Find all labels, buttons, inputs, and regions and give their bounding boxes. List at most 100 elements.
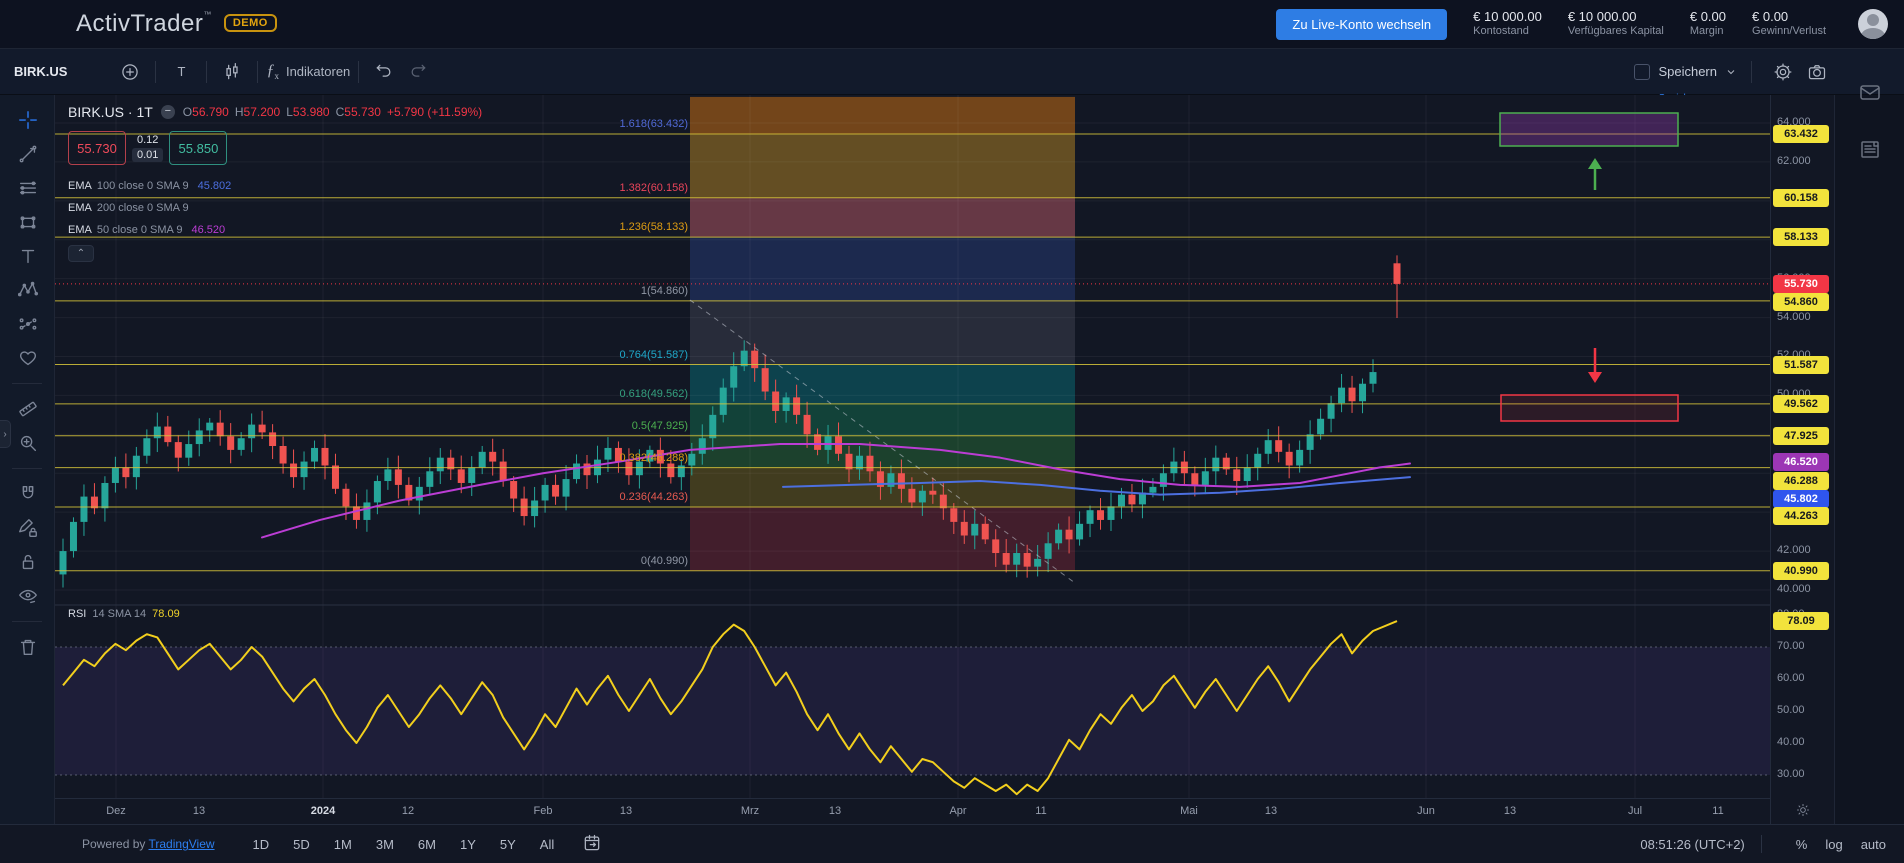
ema-200-row[interactable]: EMA 200 close 0 SMA 9 (68, 197, 482, 219)
buy-button[interactable]: 55.850 (169, 131, 227, 165)
time-axis-label: 13 (1265, 805, 1277, 817)
legend-collapse-button[interactable]: ⌃ (68, 245, 94, 262)
xabcd-pattern-tool[interactable] (0, 273, 55, 307)
ema-100-row[interactable]: EMA 100 close 0 SMA 9 45.802 (68, 175, 482, 197)
magnifier-plus-icon (17, 432, 39, 454)
indicators-label: Indikatoren (286, 64, 350, 79)
price-badge: 55.730 (1773, 275, 1829, 293)
time-axis-label: 13 (1504, 805, 1516, 817)
calendar-arrow-icon (582, 833, 602, 853)
drawing-mode-tool[interactable] (0, 511, 55, 545)
pattern-icon (17, 279, 39, 301)
auto-scale-button[interactable]: auto (1861, 837, 1886, 852)
time-axis[interactable]: Dez13202412Feb13Mrz13Apr11Mai13Jun13Jul1… (55, 798, 1770, 824)
chevron-down-icon[interactable] (1725, 66, 1737, 78)
goto-date-button[interactable] (582, 833, 602, 856)
range-1m[interactable]: 1M (334, 837, 352, 852)
chart-area[interactable]: 1.618(63.432)1.382(60.158)1.236(58.133)1… (55, 95, 1770, 798)
log-scale-button[interactable]: log (1825, 837, 1842, 852)
switch-live-account-button[interactable]: Zu Live-Konto wechseln (1276, 9, 1447, 40)
stat-profit-loss: € 0.00 Gewinn/Verlust (1752, 9, 1826, 39)
camera-icon (1807, 62, 1827, 82)
sell-button[interactable]: 55.730 (68, 131, 126, 165)
hide-series-icon[interactable]: − (161, 105, 175, 119)
symbol-label[interactable]: BIRK.US (14, 64, 67, 79)
news-button[interactable] (1858, 137, 1882, 166)
ema-50-row[interactable]: EMA 50 close 0 SMA 9 46.520 (68, 219, 482, 241)
app-window: ActivTrader™ DEMO Zu Live-Konto wechseln… (0, 0, 1904, 863)
undo-button[interactable] (367, 56, 401, 88)
chart-type-button[interactable] (215, 56, 249, 88)
percent-scale-button[interactable]: % (1796, 837, 1808, 852)
time-axis-label: 13 (829, 805, 841, 817)
hide-drawings-tool[interactable] (0, 579, 55, 613)
price-axis-label: 40.000 (1771, 583, 1831, 595)
emoji-tool[interactable] (0, 341, 55, 375)
price-badge: 58.133 (1773, 228, 1829, 246)
range-3m[interactable]: 3M (376, 837, 394, 852)
range-5d[interactable]: 5D (293, 837, 310, 852)
rsi-legend[interactable]: RSI 14 SMA 14 78.09 (68, 608, 180, 620)
magnet-icon (17, 483, 39, 505)
time-axis-label: Mrz (741, 805, 759, 817)
rsi-axis-label: 40.00 (1771, 736, 1831, 748)
stat-value: € 0.00 (1752, 9, 1826, 25)
stat-label: Kontostand (1473, 25, 1542, 39)
redo-button[interactable] (401, 56, 435, 88)
axis-settings-icon[interactable] (1795, 802, 1811, 821)
news-icon (1858, 137, 1882, 161)
ohlc-values: O56.790 H57.200 L53.980 C55.730 +5.790 (… (183, 105, 482, 119)
trend-line-tool[interactable] (0, 137, 55, 171)
forecast-tool[interactable] (0, 307, 55, 341)
shapes-tool[interactable] (0, 205, 55, 239)
rsi-axis-label: 60.00 (1771, 672, 1831, 684)
price-badge: 49.562 (1773, 395, 1829, 413)
time-axis-label: Apr (949, 805, 966, 817)
settings-button[interactable] (1766, 56, 1800, 88)
user-avatar[interactable] (1858, 9, 1888, 39)
stat-available-capital: € 10 000.00 Verfügbares Kapital (1568, 9, 1664, 39)
right-sidebar (1834, 95, 1904, 824)
time-axis-label: 12 (402, 805, 414, 817)
lock-drawings-tool[interactable] (0, 545, 55, 579)
horizontal-lines-tool[interactable] (0, 171, 55, 205)
candlestick-icon (222, 62, 242, 82)
price-axis-label: 62.000 (1771, 155, 1831, 167)
time-axis-label: Dez (106, 805, 126, 817)
plus-circle-icon (120, 62, 140, 82)
range-1d[interactable]: 1D (253, 837, 270, 852)
save-button[interactable]: Speichern (1658, 64, 1717, 79)
price-axis[interactable]: 64.00062.00056.00054.00052.00050.00042.0… (1770, 95, 1834, 824)
price-badge: 60.158 (1773, 189, 1829, 207)
legend-symbol-title[interactable]: BIRK.US · 1T (68, 104, 153, 120)
add-symbol-button[interactable] (113, 56, 147, 88)
time-axis-label: 2024 (311, 805, 335, 817)
time-axis-label: Jul (1628, 805, 1642, 817)
brand-logo: ActivTrader™ DEMO (76, 10, 277, 38)
trend-line-icon (17, 143, 39, 165)
price-badge: 46.288 (1773, 472, 1829, 490)
magnet-tool[interactable] (0, 477, 55, 511)
mail-button[interactable] (1858, 80, 1882, 109)
lock-icon (17, 551, 39, 573)
range-1y[interactable]: 1Y (460, 837, 476, 852)
screenshot-button[interactable] (1800, 56, 1834, 88)
range-5y[interactable]: 5Y (500, 837, 516, 852)
range-6m[interactable]: 6M (418, 837, 436, 852)
range-all[interactable]: All (540, 837, 554, 852)
crosshair-tool[interactable] (0, 103, 55, 137)
price-badge: 63.432 (1773, 125, 1829, 143)
rsi-axis-label: 30.00 (1771, 768, 1831, 780)
gear-icon (1773, 62, 1793, 82)
indicators-button[interactable]: ƒx Indikatoren (266, 56, 350, 88)
mail-icon (1858, 80, 1882, 104)
interval-button[interactable]: T (164, 56, 198, 88)
tradingview-link[interactable]: TradingView (149, 837, 215, 851)
sidebar-collapse-handle[interactable]: › (0, 420, 11, 448)
text-tool[interactable] (0, 239, 55, 273)
time-axis-label: Feb (534, 805, 553, 817)
remove-drawings-tool[interactable] (0, 630, 55, 664)
trash-icon (17, 636, 39, 658)
time-axis-label: Mai (1180, 805, 1198, 817)
layout-checkbox[interactable] (1634, 64, 1650, 80)
